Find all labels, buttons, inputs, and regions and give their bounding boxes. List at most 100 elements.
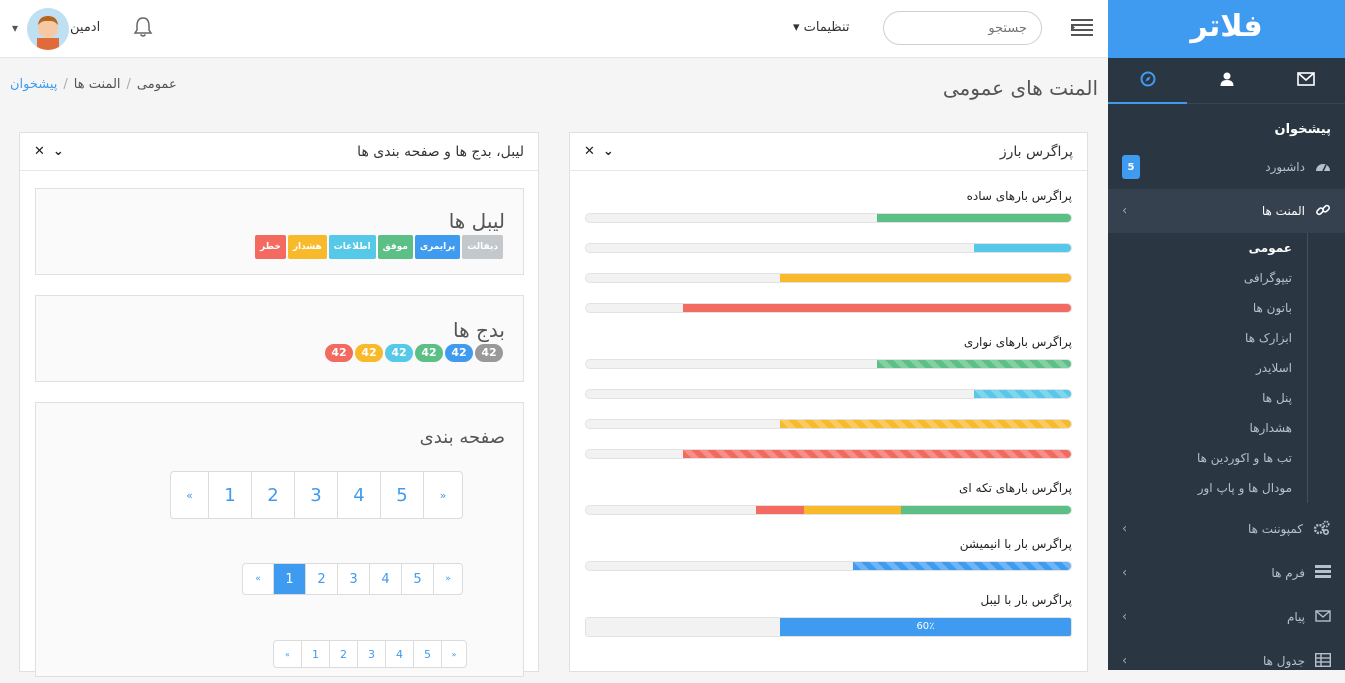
page-link[interactable]: 3 — [357, 641, 385, 667]
sidebar-item-forms[interactable]: ‹ فرم ها — [1108, 551, 1345, 595]
tab-profile[interactable] — [1187, 58, 1266, 103]
settings-dropdown[interactable]: ▾ تنظیمات — [793, 20, 850, 35]
panel-header: ✕ ⌄ لیبل، بدج ها و صفحه بندی ها — [20, 133, 538, 171]
pagination-title: صفحه بندی — [419, 427, 505, 448]
chevron-down-icon[interactable]: ⌄ — [53, 144, 64, 159]
page-link[interactable]: 4 — [337, 472, 380, 518]
panel-title: لیبل، بدج ها و صفحه بندی ها — [357, 143, 524, 160]
chevron-down-icon[interactable]: ⌄ — [603, 144, 614, 159]
envelope-icon — [1296, 71, 1315, 90]
user-icon — [1219, 71, 1235, 91]
compass-icon — [1140, 71, 1156, 91]
page-next[interactable]: » — [433, 564, 462, 594]
breadcrumb-elements[interactable]: المنت ها — [74, 77, 121, 92]
sidebar-submenu: عمومی تیپوگرافی باتون ها ابزارک ها اسلای… — [1108, 233, 1345, 503]
chevron-left-icon: ‹ — [1122, 609, 1128, 625]
progress-segment — [901, 506, 1071, 514]
page-link[interactable]: 1 — [301, 641, 329, 667]
submenu-item-general[interactable]: عمومی — [1108, 233, 1308, 263]
panel-header: ✕ ⌄ پراگرس بارز — [570, 133, 1087, 171]
notification-badge: 5 — [1122, 155, 1140, 179]
striped-progress-title: پراگرس بارهای نواری — [963, 335, 1072, 349]
progress-bar — [585, 419, 1072, 429]
caret-down-icon: ▾ — [12, 21, 19, 35]
page-link[interactable]: 3 — [337, 564, 369, 594]
close-icon[interactable]: ✕ — [34, 144, 45, 159]
submenu-item-panels[interactable]: پنل ها — [1108, 383, 1308, 413]
breadcrumb-home[interactable]: پیشخوان — [10, 77, 57, 92]
page-link[interactable]: 2 — [305, 564, 337, 594]
badge-success: 42 — [415, 344, 443, 362]
badges-title: بدج ها — [453, 318, 505, 342]
label-success: موفق — [377, 235, 413, 259]
progress-bar — [585, 213, 1072, 223]
page-link[interactable]: 4 — [369, 564, 401, 594]
progress-fill — [877, 214, 1071, 222]
label-default: دیفالت — [462, 235, 503, 259]
submenu-item-modals[interactable]: مودال ها و پاپ اور — [1108, 473, 1308, 503]
progress-bar — [585, 243, 1072, 253]
pagination-large: « 1 2 3 4 5 » — [170, 471, 463, 519]
page-next[interactable]: » — [423, 472, 462, 518]
sidebar-tabs — [1108, 58, 1345, 104]
progress-fill: 60٪ — [780, 618, 1071, 636]
page-link[interactable]: 5 — [401, 564, 433, 594]
menu-toggle-icon[interactable] — [1071, 18, 1093, 36]
badge-default: 42 — [475, 344, 503, 362]
progress-fill — [974, 244, 1071, 252]
stacked-progress-bar — [585, 505, 1072, 515]
chevron-left-icon: ‹ — [1122, 521, 1128, 537]
progress-fill — [683, 304, 1071, 312]
progress-panel: ✕ ⌄ پراگرس بارز پراگرس بارهای ساده پراگرس… — [569, 132, 1088, 672]
gears-icon — [1313, 520, 1331, 539]
page-link[interactable]: 5 — [413, 641, 441, 667]
page-next[interactable]: » — [441, 641, 466, 667]
tab-messages[interactable] — [1266, 58, 1345, 103]
sidebar-item-label: داشبورد — [1265, 160, 1305, 174]
labeled-progress-title: پراگرس بار با لیبل — [980, 593, 1073, 607]
submenu-item-buttons[interactable]: باتون ها — [1108, 293, 1308, 323]
dashboard-icon — [1315, 159, 1331, 176]
page-link-active[interactable]: 1 — [273, 564, 305, 594]
label-info: اطلاعات — [328, 235, 376, 259]
user-menu[interactable]: ▾ ادمین — [12, 8, 122, 50]
bell-icon[interactable] — [133, 16, 153, 42]
badge-primary: 42 — [445, 344, 473, 362]
sidebar-section-title: پیشخوان — [1274, 122, 1332, 137]
page-prev[interactable]: « — [274, 641, 301, 667]
settings-label: تنظیمات — [803, 20, 850, 35]
sidebar-item-label: کمپوننت ها — [1247, 522, 1303, 536]
sidebar-item-components[interactable]: ‹ کمپوننت ها — [1108, 507, 1345, 551]
sidebar-item-messages[interactable]: ‹ پیام — [1108, 595, 1345, 639]
submenu-item-alerts[interactable]: هشدارها — [1108, 413, 1308, 443]
page-link[interactable]: 4 — [385, 641, 413, 667]
submenu-item-tabs[interactable]: تب ها و اکوردین ها — [1108, 443, 1308, 473]
page-prev[interactable]: « — [243, 564, 273, 594]
tab-navigation[interactable] — [1108, 58, 1187, 104]
sidebar-item-dashboard[interactable]: 5 داشبورد — [1108, 145, 1345, 189]
page-link[interactable]: 3 — [294, 472, 337, 518]
label-danger: خطر — [254, 235, 286, 259]
submenu-item-slider[interactable]: اسلایدر — [1108, 353, 1308, 383]
envelope-icon — [1315, 609, 1331, 625]
search-input[interactable] — [883, 11, 1042, 45]
progress-segment — [804, 506, 902, 514]
page-link[interactable]: 2 — [329, 641, 357, 667]
submenu-item-widgets[interactable]: ابزارک ها — [1108, 323, 1308, 353]
page-link[interactable]: 5 — [380, 472, 423, 518]
close-icon[interactable]: ✕ — [584, 144, 595, 159]
page-link[interactable]: 2 — [251, 472, 294, 518]
sidebar-item-label: پیام — [1286, 610, 1305, 624]
sidebar-item-tables[interactable]: ‹ جدول ها — [1108, 639, 1345, 683]
sidebar-item-elements[interactable]: ‹ المنت ها — [1108, 189, 1345, 233]
submenu-item-typography[interactable]: تیپوگرافی — [1108, 263, 1308, 293]
brand-logo[interactable]: فلاتر — [1108, 0, 1345, 58]
pagination-medium: « 1 2 3 4 5 » — [242, 563, 463, 595]
badge-warning: 42 — [355, 344, 383, 362]
page-prev[interactable]: « — [171, 472, 208, 518]
progress-bar — [585, 359, 1072, 369]
progress-fill — [683, 450, 1071, 458]
top-bar: ▾ تنظیمات ▾ ادمین — [0, 0, 1108, 58]
page-link[interactable]: 1 — [208, 472, 251, 518]
progress-fill — [780, 274, 1071, 282]
